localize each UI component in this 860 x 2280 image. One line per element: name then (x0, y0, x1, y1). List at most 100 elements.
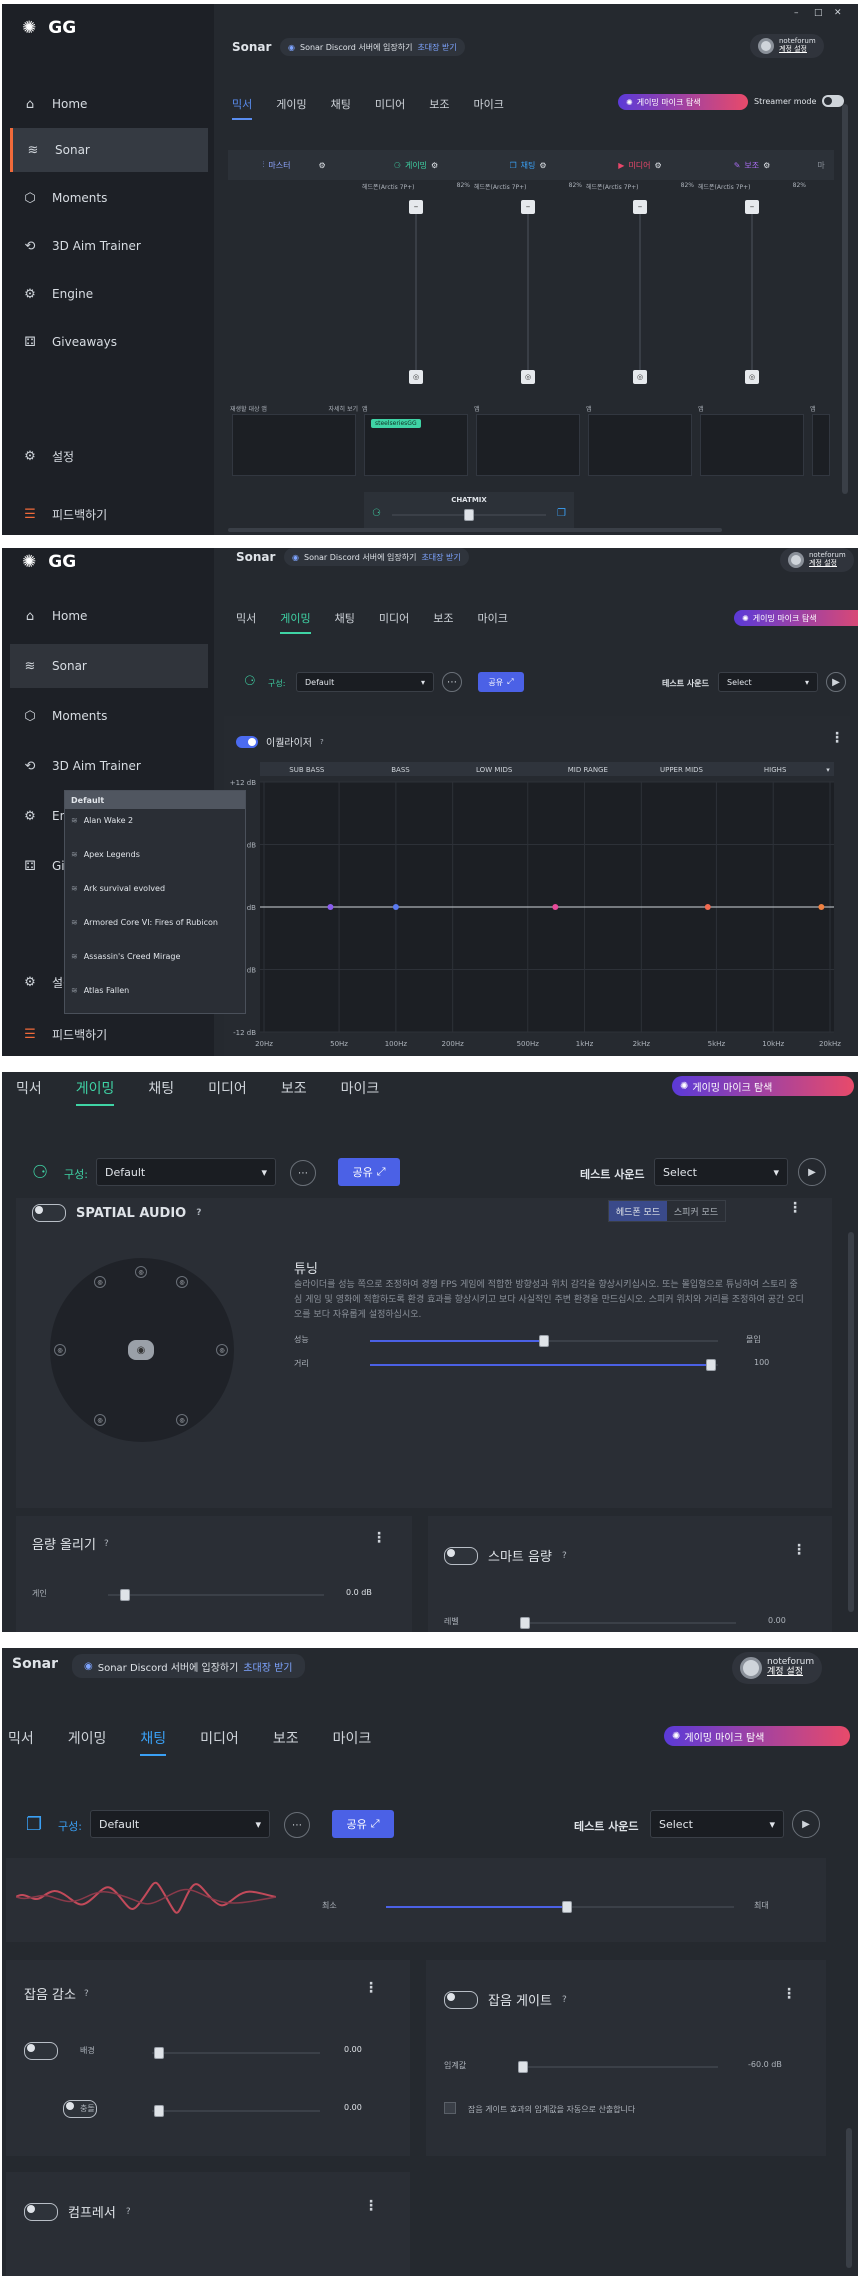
discord-invite[interactable]: ◉ Sonar Discord 서버에 입장하기 초대장 받기 (280, 38, 465, 56)
mute-button[interactable]: ◎ (521, 370, 535, 384)
tab-mic[interactable]: 마이크 (333, 1728, 372, 1756)
speaker-node[interactable]: ◎ (176, 1414, 188, 1426)
volume-track[interactable]: – ◎ (409, 200, 423, 384)
sidebar-item-home[interactable]: ⌂ Home (10, 82, 208, 126)
help-icon[interactable]: ? (562, 1551, 567, 1561)
headphone-mode-button[interactable]: 헤드폰 모드 (609, 1201, 667, 1221)
sidebar-item-moments[interactable]: ⬡ Moments (10, 694, 208, 738)
sidebar-item-home[interactable]: ⌂ Home (10, 594, 208, 638)
speaker-position-circle[interactable]: ◉ ◎ ◎ ◎ ◎ ◎ ◎ ◎ (50, 1258, 234, 1442)
gear-icon[interactable]: ⚙ (539, 161, 546, 170)
help-icon[interactable]: ? (562, 1995, 567, 2005)
speaker-node[interactable]: ◎ (54, 1344, 66, 1356)
sidebar-item-moments[interactable]: ⬡ Moments (10, 176, 208, 220)
dropdown-item[interactable]: ≋ Assassin's Creed Mirage (65, 945, 245, 968)
volume-handle[interactable]: – (521, 200, 535, 214)
play-test-button[interactable]: ▶ (792, 1810, 820, 1838)
tab-mic[interactable]: 마이크 (478, 610, 508, 634)
mic-discover-pill[interactable]: ✺ 게이밍 마이크 탐색 (672, 1076, 854, 1096)
tab-mic[interactable]: 마이크 (474, 96, 504, 120)
tab-media[interactable]: 미디어 (379, 610, 409, 634)
tab-chat[interactable]: 채팅 (331, 96, 351, 120)
gear-icon[interactable]: ⚙ (431, 161, 438, 170)
volume-track[interactable]: – ◎ (521, 200, 535, 384)
mute-button[interactable]: ◎ (633, 370, 647, 384)
more-vertical-icon[interactable]: ⋮ (830, 730, 844, 746)
volume-handle[interactable]: – (633, 200, 647, 214)
spatial-audio-toggle[interactable] (32, 1204, 66, 1222)
speaker-node[interactable]: ◎ (94, 1414, 106, 1426)
dropdown-item[interactable]: ≋ Ark survival evolved (65, 877, 245, 900)
config-select[interactable]: Default ▾ (96, 1158, 276, 1186)
speaker-mode-button[interactable]: 스피커 모드 (667, 1201, 725, 1221)
tab-aux[interactable]: 보조 (281, 1078, 307, 1106)
more-vertical-icon[interactable]: ⋮ (364, 1980, 378, 1996)
tab-aux[interactable]: 보조 (429, 96, 449, 120)
sidebar-item-feedback[interactable]: ☰ 피드백하기 (10, 492, 208, 535)
chevron-down-icon[interactable]: ▾ (826, 766, 830, 774)
mic-discover-pill[interactable]: ✺ 게이밍 마이크 탐색 (734, 610, 858, 626)
dropdown-item[interactable]: ≋ Alan Wake 2 (65, 809, 245, 832)
config-select[interactable]: Default ▾ (90, 1810, 270, 1838)
speaker-node[interactable]: ◎ (94, 1276, 106, 1288)
share-button[interactable]: 공유 ⤢ (478, 672, 524, 692)
gain-handle[interactable] (120, 1589, 130, 1601)
volume-track[interactable]: – ◎ (633, 200, 647, 384)
tab-mixer[interactable]: 믹서 (232, 96, 253, 120)
eq-point[interactable] (327, 904, 334, 910)
logo[interactable]: ✺ GG (22, 18, 76, 38)
tab-gaming[interactable]: 게이밍 (280, 610, 312, 634)
tab-mixer[interactable]: 믹서 (16, 1078, 42, 1106)
threshold-handle[interactable] (518, 2061, 528, 2073)
dropdown-item[interactable]: ≋ Armored Core VI: Fires of Rubicon (65, 911, 245, 934)
auto-threshold-checkbox[interactable] (444, 2102, 456, 2114)
sidebar-item-engine[interactable]: ⚙Engine (10, 272, 208, 316)
mic-discover-pill[interactable]: ✺ 게이밍 마이크 탐색 (664, 1726, 850, 1746)
help-icon[interactable]: ? (126, 2207, 131, 2217)
tab-chat[interactable]: 채팅 (335, 610, 355, 634)
voice-clarity-slider[interactable] (386, 1901, 734, 1913)
background-noise-handle[interactable] (154, 2047, 164, 2059)
equalizer-chart[interactable]: SUB BASS BASS LOW MIDS MID RANGE UPPER MIDS H… (224, 762, 850, 1056)
play-test-button[interactable]: ▶ (826, 672, 846, 692)
tab-gaming[interactable]: 게이밍 (75, 1078, 114, 1106)
play-test-button[interactable]: ▶ (798, 1158, 826, 1186)
dropdown-header[interactable]: Default (65, 791, 245, 809)
tuning-slider[interactable] (370, 1335, 718, 1347)
more-vertical-icon[interactable]: ⋮ (788, 1200, 802, 1216)
tab-gaming[interactable]: 게이밍 (68, 1728, 107, 1756)
background-noise-toggle[interactable] (24, 2042, 58, 2060)
app-tag[interactable]: steelseriesGG (371, 419, 421, 428)
tab-mixer[interactable]: 믹서 (236, 610, 256, 634)
tab-chat[interactable]: 채팅 (148, 1078, 174, 1106)
gear-icon[interactable]: ⚙ (763, 161, 770, 170)
gear-icon[interactable]: ⚙ (655, 161, 662, 170)
sidebar-item-settings[interactable]: ⚙설정 (10, 434, 208, 478)
voice-clarity-handle[interactable] (561, 1901, 572, 1913)
config-select[interactable]: Default ▾ (296, 672, 434, 692)
volume-track[interactable]: – ◎ (745, 200, 759, 384)
streamer-mode[interactable]: Streamer mode (754, 95, 845, 107)
distance-slider[interactable] (370, 1359, 718, 1371)
eq-point[interactable] (818, 904, 825, 910)
gain-slider[interactable] (108, 1589, 324, 1601)
scrollbar[interactable] (842, 104, 848, 494)
tab-gaming[interactable]: 게이밍 (276, 96, 306, 120)
volume-handle[interactable]: – (745, 200, 759, 214)
sidebar-item-giveaways[interactable]: ⚃Giveaways (10, 320, 208, 364)
volume-handle[interactable]: – (409, 200, 423, 214)
distance-handle[interactable] (706, 1359, 717, 1371)
mic-discover-pill[interactable]: ✺ 게이밍 마이크 탐색 (618, 94, 748, 110)
impact-noise-slider[interactable] (152, 2105, 320, 2117)
user-account[interactable]: noteforum 계정 설정 (780, 548, 854, 572)
level-slider[interactable] (520, 1617, 736, 1629)
user-account[interactable]: noteforum 계정 설정 (750, 34, 824, 58)
test-sound-select[interactable]: Select ▾ (650, 1810, 784, 1838)
background-noise-slider[interactable] (152, 2047, 320, 2059)
impact-noise-handle[interactable] (154, 2105, 164, 2117)
chatmix-slider[interactable] (392, 509, 546, 521)
sidebar-item-sonar[interactable]: ≋ Sonar (10, 128, 208, 172)
tab-chat[interactable]: 채팅 (140, 1728, 166, 1756)
more-vertical-icon[interactable]: ⋮ (372, 1530, 386, 1546)
tab-mixer[interactable]: 믹서 (8, 1728, 34, 1756)
